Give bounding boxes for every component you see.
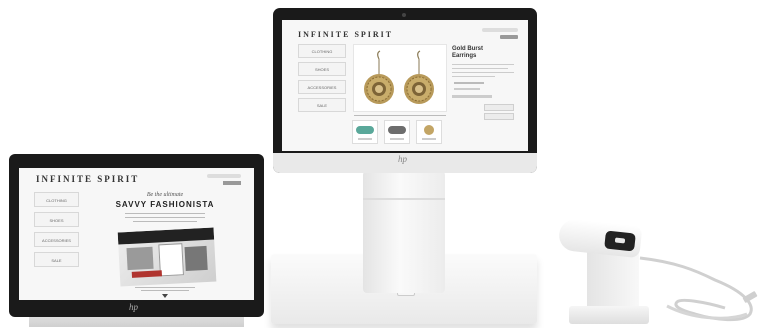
nav-sale-small[interactable]: SALE: [34, 252, 79, 267]
nav-accessories-small[interactable]: ACCESSORIES: [34, 232, 79, 247]
webcam-dot: [402, 13, 406, 17]
product-title: Gold Burst Earrings: [452, 46, 483, 60]
search-button[interactable]: [500, 35, 518, 39]
nav-sale[interactable]: SALE: [298, 98, 346, 112]
left-kiosk: hp INFINITE SPIRIT CLOTHING SHOES ACCESS…: [9, 154, 264, 327]
scroll-down-icon[interactable]: [162, 294, 168, 298]
large-brand: INFINITE SPIRIT: [298, 30, 394, 39]
large-monitor: hp INFINITE SPIRIT CLOTHING SHOES ACCESS…: [273, 8, 537, 173]
promo-footer: [135, 287, 195, 291]
small-monitor: hp INFINITE SPIRIT CLOTHING SHOES ACCESS…: [9, 154, 264, 317]
large-screen: INFINITE SPIRIT CLOTHING SHOES ACCESSORI…: [282, 20, 528, 151]
scanner-stand-base: [569, 306, 649, 324]
quantity-selector[interactable]: [452, 95, 492, 98]
small-screen: INFINITE SPIRIT CLOTHING SHOES ACCESSORI…: [19, 168, 254, 300]
promo-heading-script: Be the ultimate: [146, 192, 184, 198]
nav-shoes[interactable]: SHOES: [298, 62, 346, 76]
nav-clothing-small[interactable]: CLOTHING: [34, 192, 79, 207]
earrings-image: [364, 50, 434, 104]
product-description: [452, 64, 514, 77]
barcode-scanner: [555, 210, 764, 327]
hp-logo: hp: [398, 154, 407, 164]
recommendation-item[interactable]: [384, 120, 410, 144]
kiosk-column: [363, 171, 445, 293]
store-photo: [117, 227, 217, 287]
product-title-line1: Gold Burst: [452, 46, 483, 52]
recommendations-label: [354, 115, 446, 116]
hp-logo-small: hp: [129, 302, 138, 312]
center-kiosk: hp INFINITE SPIRIT CLOTHING SHOES ACCESS…: [265, 8, 545, 328]
promo-body: [125, 213, 205, 222]
add-to-bag-button[interactable]: [484, 104, 514, 111]
nav-accessories[interactable]: ACCESSORIES: [298, 80, 346, 94]
kiosk-column-seam: [363, 198, 445, 200]
scanner-indicator: [614, 237, 626, 244]
color-line: [454, 88, 480, 90]
search-button-small[interactable]: [223, 181, 241, 185]
price-line: [454, 82, 484, 84]
recommendation-item[interactable]: [416, 120, 442, 144]
recommendation-item[interactable]: [352, 120, 378, 144]
product-image: [353, 44, 447, 112]
search-input-small[interactable]: [207, 174, 241, 178]
small-brand: INFINITE SPIRIT: [36, 174, 140, 184]
ask-for-help-button[interactable]: [484, 113, 514, 120]
nav-clothing[interactable]: CLOTHING: [298, 44, 346, 58]
promo-heading: SAVVY FASHIONISTA: [115, 200, 215, 209]
search-input[interactable]: [482, 28, 518, 32]
product-title-line2: Earrings: [452, 53, 477, 59]
nav-shoes-small[interactable]: SHOES: [34, 212, 79, 227]
